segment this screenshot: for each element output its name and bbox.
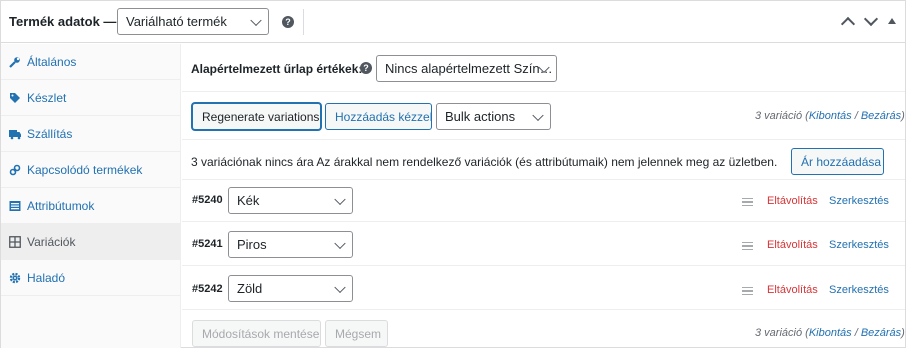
chevron-down-icon — [532, 109, 544, 121]
move-down-icon[interactable] — [863, 13, 879, 29]
variation-count: 3 variáció (Kibontás / Bezárás) — [755, 110, 905, 122]
divider — [182, 179, 905, 180]
chevron-down-icon — [334, 281, 346, 293]
divider — [182, 265, 905, 266]
variation-id: #5242 — [192, 283, 223, 295]
bulk-actions-select[interactable]: Bulk actions — [436, 103, 551, 130]
default-color-select[interactable]: Nincs alapértelmezett Szín… — [376, 55, 557, 82]
edit-variation-link[interactable]: Szerkesztés — [829, 195, 889, 207]
add-price-button[interactable]: Ár hozzáadása — [791, 148, 884, 175]
product-type-value: Variálható termék — [126, 14, 227, 29]
drag-handle-icon[interactable] — [742, 198, 753, 206]
move-up-icon[interactable] — [840, 13, 856, 29]
chevron-down-icon — [334, 237, 346, 249]
product-data-tabs: Általános Készlet Szállítás Kapcsolódó t… — [1, 44, 181, 348]
help-icon[interactable]: ? — [282, 16, 294, 28]
collapse-toggle-icon[interactable] — [885, 13, 901, 29]
save-changes-button[interactable]: Módosítások mentése — [192, 320, 321, 347]
remove-variation-link[interactable]: Eltávolítás — [767, 284, 818, 296]
link-icon — [9, 164, 21, 176]
divider — [182, 309, 905, 310]
default-values-label: Alapértelmezett űrlap értékek: — [191, 62, 363, 76]
variation-count: 3 variáció (Kibontás / Bezárás) — [755, 327, 905, 339]
sidebar-item-variations[interactable]: Variációk — [1, 224, 180, 260]
sidebar-item-inventory[interactable]: Készlet — [1, 80, 180, 116]
link-separator: / — [854, 110, 858, 122]
variation-count-text: 3 variáció — [755, 327, 803, 339]
product-type-select[interactable]: Variálható termék — [117, 8, 269, 35]
sidebar-item-label: Készlet — [27, 90, 67, 105]
sidebar-item-label: Szállítás — [27, 126, 73, 141]
help-icon[interactable]: ? — [360, 62, 372, 74]
product-data-panel: Termék adatok — Variálható termék ? Álta… — [0, 0, 906, 348]
bulk-actions-value: Bulk actions — [445, 109, 516, 124]
close-all-link[interactable]: Bezárás — [861, 327, 901, 339]
list-icon — [9, 200, 21, 212]
variation-attribute-select[interactable]: Zöld — [228, 275, 353, 302]
edit-variation-link[interactable]: Szerkesztés — [829, 284, 889, 296]
panel-title: Termék adatok — — [9, 14, 117, 29]
remove-variation-link[interactable]: Eltávolítás — [767, 195, 818, 207]
variation-id: #5240 — [192, 194, 223, 206]
link-separator: / — [854, 327, 858, 339]
sidebar-item-shipping[interactable]: Szállítás — [1, 116, 180, 152]
add-manually-button[interactable]: Hozzáadás kézzel — [325, 103, 432, 130]
variation-attribute-value: Zöld — [237, 281, 263, 296]
sidebar-item-advanced[interactable]: Haladó — [1, 260, 180, 296]
cancel-button[interactable]: Mégsem — [325, 320, 388, 347]
variation-attribute-select[interactable]: Piros — [228, 231, 353, 258]
tag-icon — [9, 92, 21, 104]
sidebar-item-attributes[interactable]: Attribútumok — [1, 188, 180, 224]
sidebar-item-label: Haladó — [27, 270, 66, 285]
grid-icon — [9, 235, 21, 248]
sidebar-item-label: Variációk — [27, 234, 76, 249]
variation-count-text: 3 variáció — [755, 110, 803, 122]
variation-attribute-value: Piros — [237, 237, 267, 252]
remove-variation-link[interactable]: Eltávolítás — [767, 239, 818, 251]
drag-handle-icon[interactable] — [742, 287, 753, 295]
divider — [182, 91, 905, 92]
panel-header: Termék adatok — Variálható termék ? — [1, 1, 905, 43]
chevron-down-icon — [250, 14, 262, 26]
chevron-down-icon — [334, 193, 346, 205]
variation-attribute-select[interactable]: Kék — [228, 187, 353, 214]
truck-icon — [9, 128, 21, 140]
edit-variation-link[interactable]: Szerkesztés — [829, 239, 889, 251]
wrench-icon — [9, 56, 21, 68]
sidebar-item-general[interactable]: Általános — [1, 44, 180, 80]
close-all-link[interactable]: Bezárás — [861, 110, 901, 122]
divider — [182, 139, 905, 140]
missing-price-notice: 3 variációnak nincs ára Az árakkal nem r… — [191, 155, 778, 169]
variation-id: #5241 — [192, 238, 223, 250]
default-color-value: Nincs alapértelmezett Szín… — [385, 61, 553, 76]
expand-all-link[interactable]: Kibontás — [809, 110, 852, 122]
expand-all-link[interactable]: Kibontás — [809, 327, 852, 339]
divider — [182, 221, 905, 222]
sidebar-item-linked-products[interactable]: Kapcsolódó termékek — [1, 152, 180, 188]
sidebar-item-label: Kapcsolódó termékek — [27, 162, 143, 177]
sidebar-item-label: Attribútumok — [27, 198, 95, 213]
sidebar-item-label: Általános — [27, 54, 77, 69]
gear-icon — [9, 272, 21, 284]
variation-attribute-value: Kék — [237, 193, 260, 208]
drag-handle-icon[interactable] — [742, 242, 753, 250]
header-divider — [303, 9, 304, 35]
regenerate-variations-button[interactable]: Regenerate variations — [192, 103, 321, 130]
variations-panel: Alapértelmezett űrlap értékek: ? Nincs a… — [182, 44, 905, 348]
